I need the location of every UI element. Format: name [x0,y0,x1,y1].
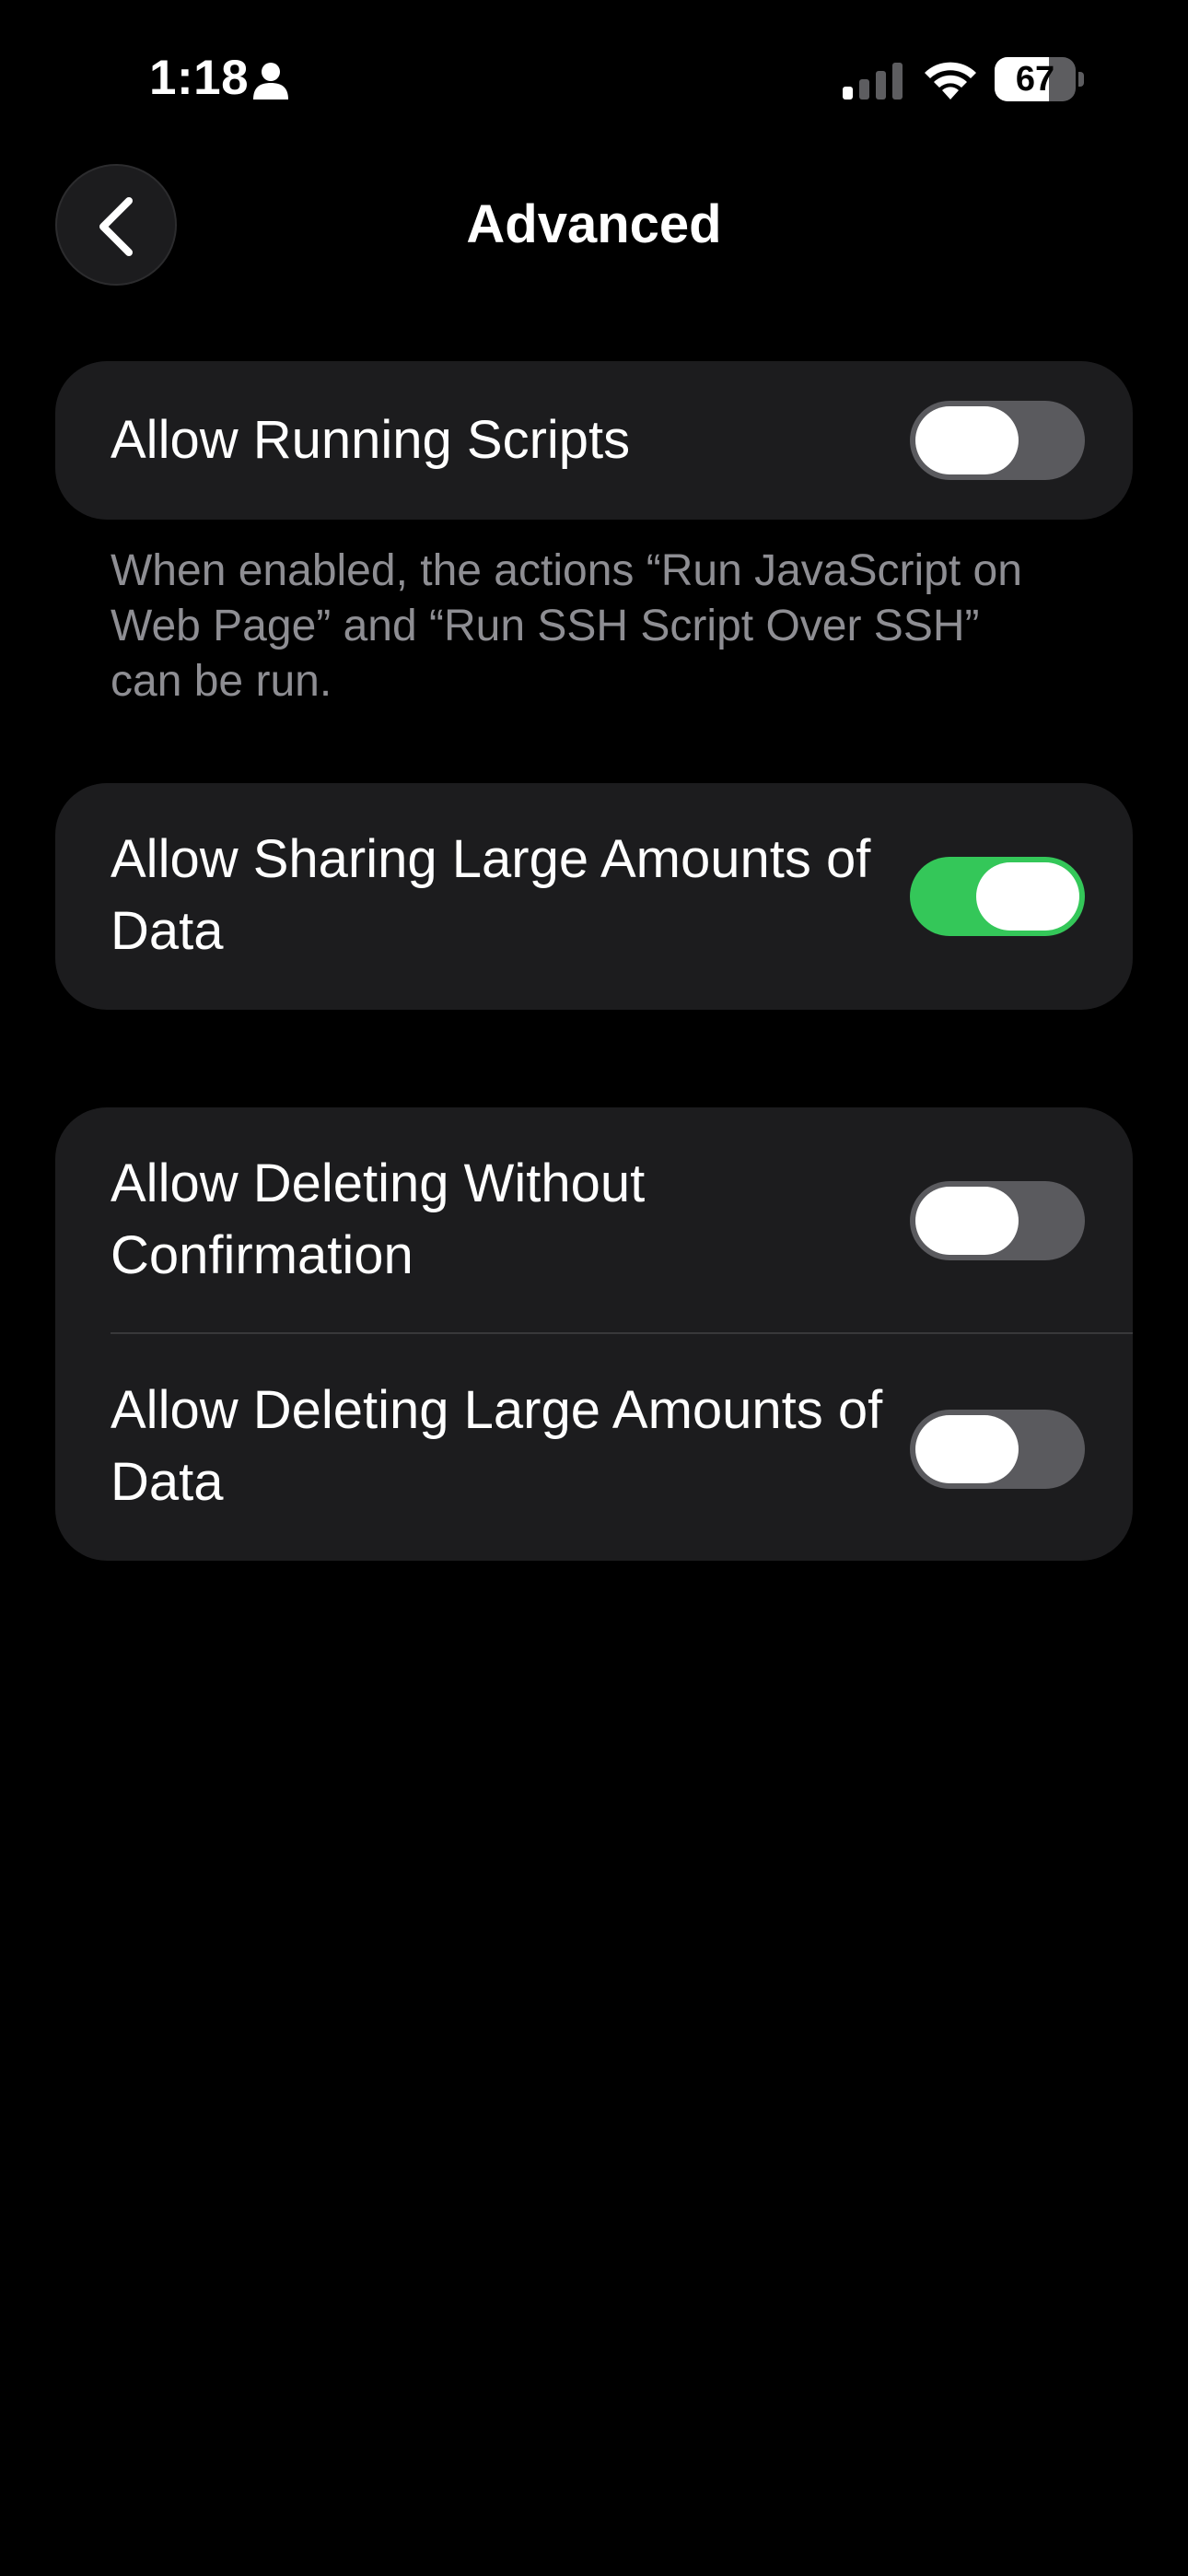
scripts-card: Allow Running Scripts [55,361,1133,520]
allow-sharing-large-data-toggle[interactable] [910,857,1085,936]
toggle-knob [915,1415,1019,1483]
toggle-knob [976,862,1079,931]
person-icon [253,63,288,100]
page-title: Advanced [466,194,722,254]
deleting-card: Allow Deleting Without Confirmation Allo… [55,1107,1133,1561]
status-bar: 1:18 67 [0,0,1188,157]
wifi-icon [925,62,976,100]
allow-sharing-large-data-row: Allow Sharing Large Amounts of Data [55,783,1133,1010]
allow-running-scripts-toggle[interactable] [910,401,1085,480]
toggle-knob [915,406,1019,474]
allow-deleting-without-confirmation-label: Allow Deleting Without Confirmation [111,1153,646,1285]
sharing-card: Allow Sharing Large Amounts of Data [55,783,1133,1010]
cellular-signal-icon [843,63,903,100]
allow-deleting-without-confirmation-row: Allow Deleting Without Confirmation [55,1107,1133,1332]
status-time: 1:18 [149,51,250,105]
battery-percent: 67 [1015,60,1055,99]
toggle-knob [915,1187,1019,1255]
screen: 1:18 67 Advanced Allow Running Scripts W… [0,0,1188,2576]
allow-sharing-large-data-label: Allow Sharing Large Amounts of Data [111,829,871,961]
allow-deleting-without-confirmation-toggle[interactable] [910,1181,1085,1260]
allow-deleting-large-data-row: Allow Deleting Large Amounts of Data [55,1334,1133,1561]
allow-running-scripts-label: Allow Running Scripts [111,410,631,470]
allow-deleting-large-data-label: Allow Deleting Large Amounts of Data [111,1380,883,1512]
allow-deleting-large-data-toggle[interactable] [910,1410,1085,1489]
scripts-footer-note: When enabled, the actions “Run JavaScrip… [111,546,1022,706]
allow-running-scripts-row: Allow Running Scripts [55,361,1133,520]
battery-icon: 67 [995,57,1085,101]
